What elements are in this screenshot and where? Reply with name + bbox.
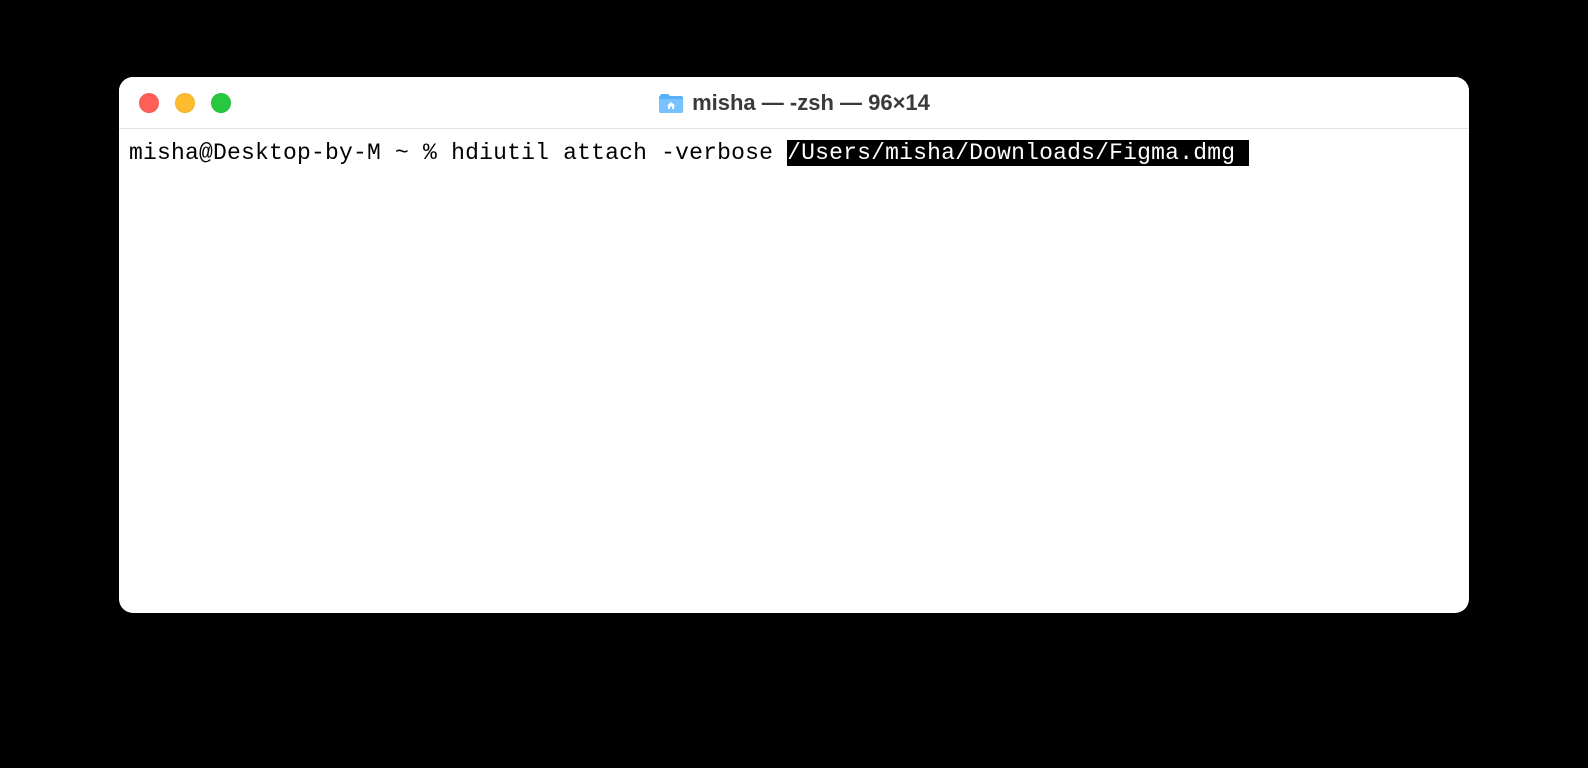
window-title-area: misha — -zsh — 96×14 (658, 90, 930, 116)
maximize-button[interactable] (211, 93, 231, 113)
command-path-selection[interactable]: /Users/misha/Downloads/Figma.dmg (787, 140, 1249, 166)
close-button[interactable] (139, 93, 159, 113)
prompt: misha@Desktop-by-M ~ % (129, 140, 451, 166)
prompt-line: misha@Desktop-by-M ~ % hdiutil attach -v… (129, 140, 1249, 166)
traffic-lights (119, 93, 231, 113)
home-folder-icon (658, 92, 684, 114)
terminal-window: misha — -zsh — 96×14 misha@Desktop-by-M … (119, 77, 1469, 613)
terminal-body[interactable]: misha@Desktop-by-M ~ % hdiutil attach -v… (119, 129, 1469, 179)
window-title: misha — -zsh — 96×14 (692, 90, 930, 116)
minimize-button[interactable] (175, 93, 195, 113)
titlebar[interactable]: misha — -zsh — 96×14 (119, 77, 1469, 129)
command-text: hdiutil attach -verbose (451, 140, 787, 166)
